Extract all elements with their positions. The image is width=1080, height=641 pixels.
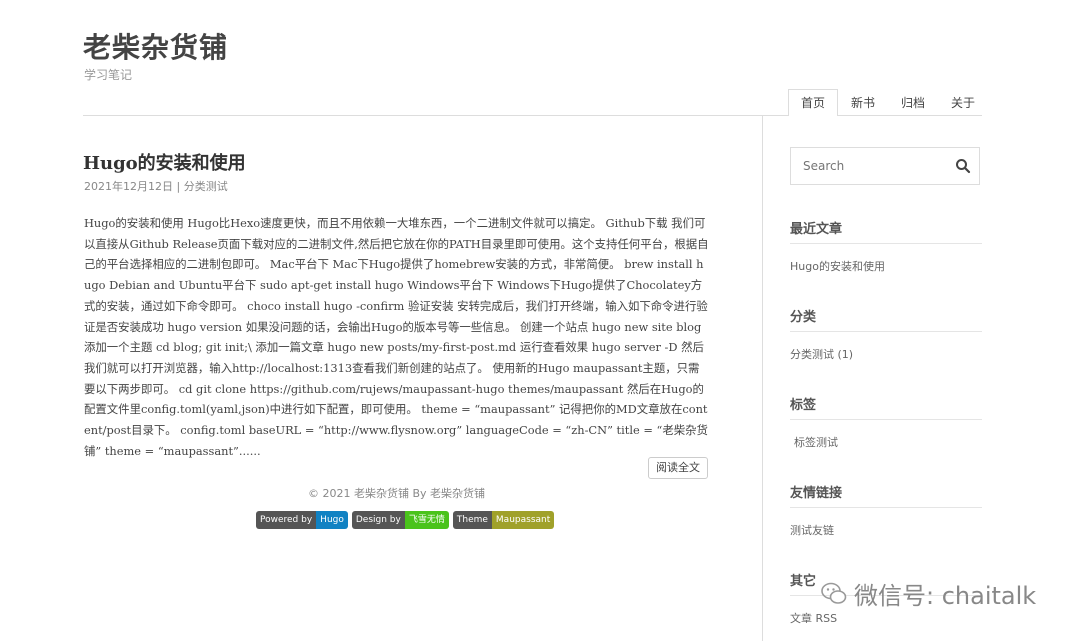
read-more-button[interactable]: 阅读全文 [648, 457, 708, 479]
widget-title-recent: 最近文章 [790, 222, 843, 237]
site-subtitle: 学习笔记 [84, 68, 133, 82]
widget-title-links: 友情链接 [790, 486, 843, 501]
widget-divider [790, 243, 982, 244]
post-excerpt: Hugo的安装和使用 Hugo比Hexo速度更快，而且不用依赖一大堆东西，一个二… [84, 216, 709, 458]
friend-link[interactable]: 测试友链 [790, 522, 834, 538]
widget-divider [790, 331, 982, 332]
widget-title-other: 其它 [790, 574, 817, 589]
nav-item-about[interactable]: 关于 [938, 89, 988, 116]
recent-post-link[interactable]: Hugo的安装和使用 [790, 258, 885, 274]
widget-title-categories: 分类 [790, 310, 817, 325]
main-nav: 首页 新书 归档 关于 [788, 89, 988, 116]
search-box [790, 147, 980, 185]
rss-link[interactable]: 文章 RSS [790, 610, 837, 626]
nav-item-new-book[interactable]: 新书 [838, 89, 888, 116]
site-title[interactable]: 老柴杂货铺 [83, 26, 228, 66]
tag-link[interactable]: 标签测试 [794, 434, 838, 450]
widget-title-tags: 标签 [790, 398, 817, 413]
search-icon[interactable] [955, 158, 971, 174]
badge-design-by[interactable]: Design by 飞雪无情 [351, 511, 449, 529]
badge-value: Hugo [316, 511, 348, 529]
post-title[interactable]: Hugo的安装和使用 [83, 149, 246, 175]
widget-divider [790, 507, 982, 508]
badge-label: Powered by [256, 511, 317, 529]
nav-item-home[interactable]: 首页 [788, 89, 839, 116]
widget-divider [790, 419, 982, 420]
nav-divider [83, 115, 982, 116]
badge-label: Theme [452, 511, 492, 529]
category-link[interactable]: 分类测试 (1) [790, 346, 853, 362]
wechat-icon [821, 582, 847, 604]
watermark-text: 微信号: chaitalk [854, 582, 1037, 610]
post-date: 2021年12月12日 [84, 180, 173, 193]
search-input[interactable] [791, 148, 965, 184]
meta-separator: | [176, 180, 181, 193]
footer-badges: Powered by Hugo Design by 飞雪无情 Theme Mau… [256, 511, 555, 529]
post-meta: 2021年12月12日 | 分类测试 [84, 178, 228, 194]
copyright: © 2021 老柴杂货铺 By 老柴杂货铺 [307, 487, 486, 500]
nav-item-archive[interactable]: 归档 [888, 89, 938, 116]
badge-value: 飞雪无情 [404, 511, 449, 529]
post-category-link[interactable]: 分类测试 [184, 180, 228, 193]
badge-label: Design by [351, 511, 405, 529]
wechat-watermark: 微信号: chaitalk [820, 576, 1036, 611]
badge-powered-by[interactable]: Powered by Hugo [256, 511, 348, 529]
badge-theme[interactable]: Theme Maupassant [452, 511, 555, 529]
badge-value: Maupassant [491, 511, 555, 529]
sidebar-divider [762, 116, 763, 641]
